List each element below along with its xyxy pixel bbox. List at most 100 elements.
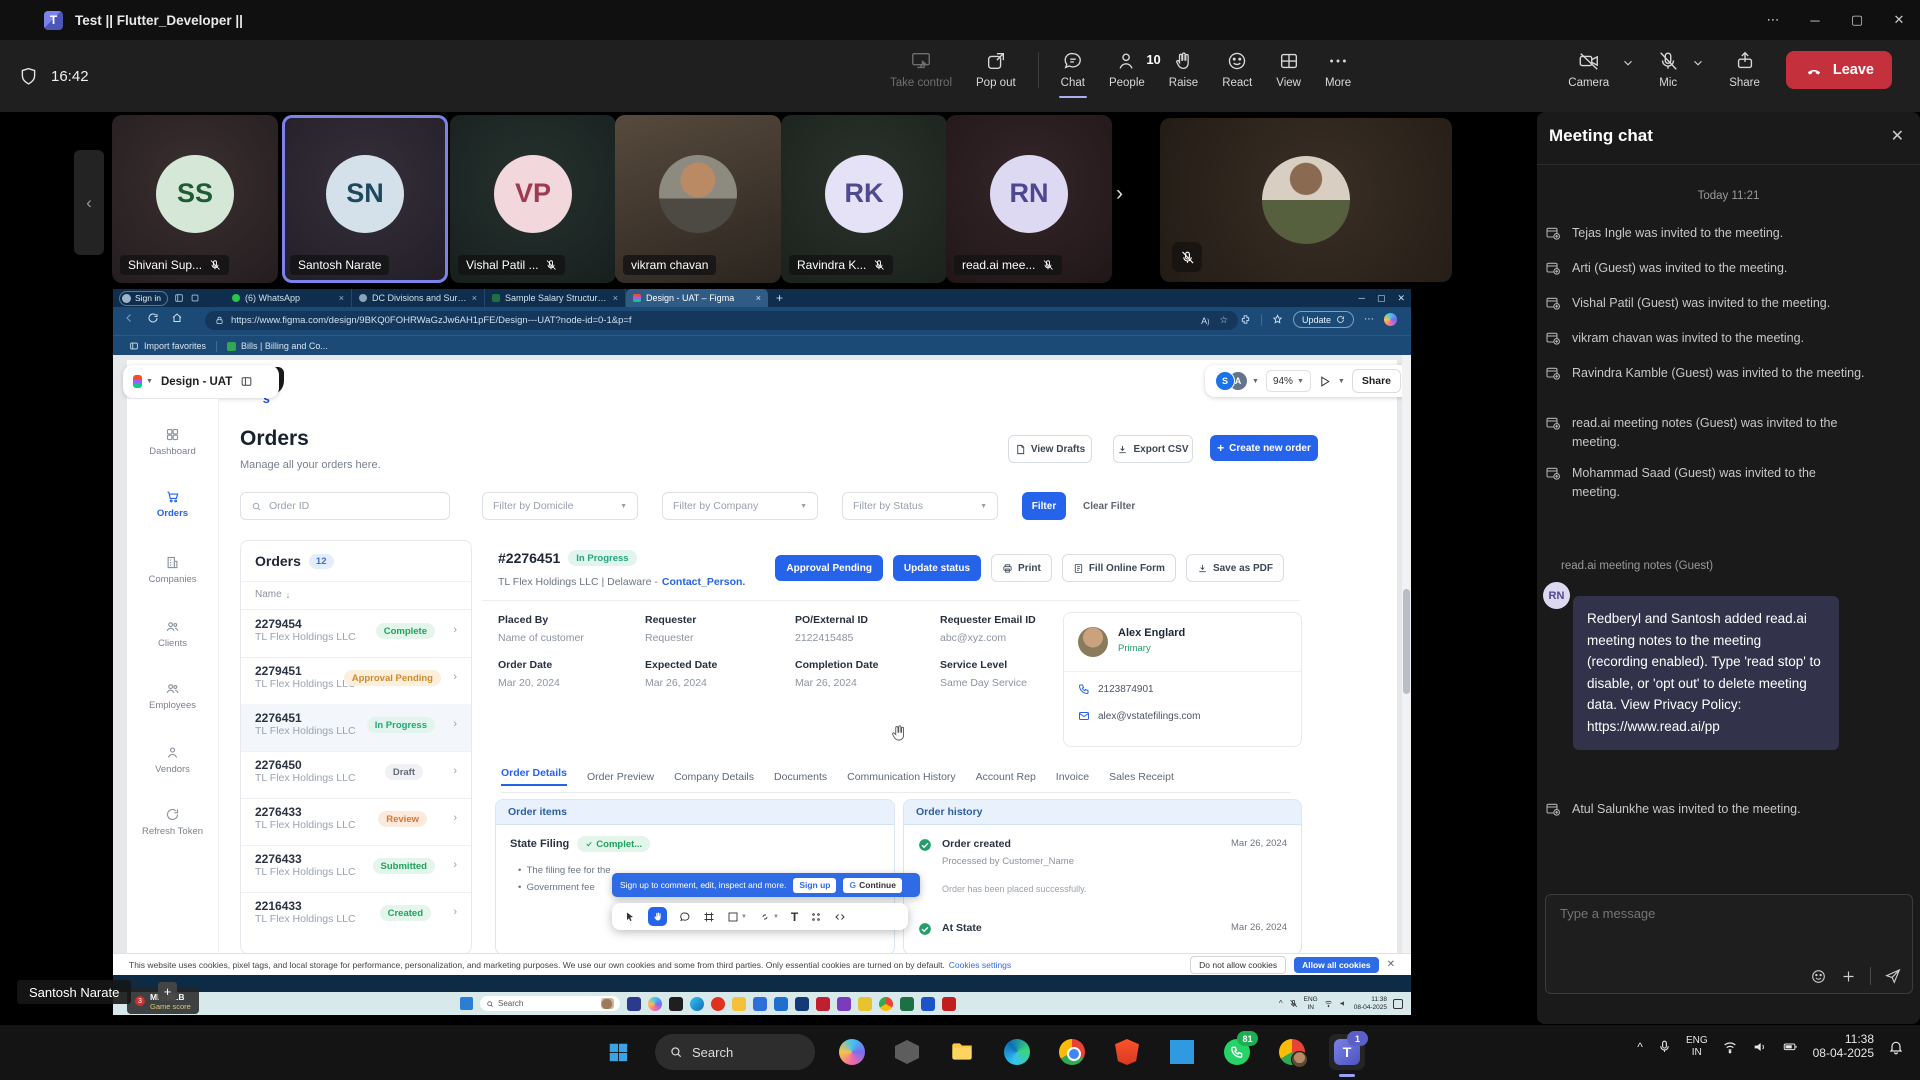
battery-icon[interactable] [1782,1039,1799,1054]
shared-taskbar-app-icon[interactable] [774,997,788,1011]
update-status-button[interactable]: Update status [893,555,981,581]
comment-tool-icon[interactable] [679,911,691,923]
fill-online-form-button[interactable]: Fill Online Form [1062,554,1176,582]
cookie-close-icon[interactable]: ✕ [1387,959,1395,970]
clock[interactable]: 11:3808-04-2025 [1813,1033,1874,1061]
browser-close-icon[interactable]: ✕ [1397,293,1405,304]
close-button[interactable]: ✕ [1878,0,1920,40]
dev-mode-icon[interactable] [834,911,846,923]
participant-tile[interactable]: SS Shivani Sup... [112,115,278,283]
chrome-profile-icon[interactable] [1274,1034,1310,1070]
save-as-pdf-button[interactable]: Save as PDF [1186,554,1284,582]
teams-icon-active[interactable]: T 1 [1329,1034,1365,1070]
tab-order-preview[interactable]: Order Preview [587,771,654,783]
emoji-icon[interactable] [1810,968,1827,985]
tab-sales-receipt[interactable]: Sales Receipt [1109,771,1174,783]
chevron-down-icon[interactable]: ▼ [1252,378,1259,385]
zoom-select[interactable]: 94% ▼ [1266,370,1311,392]
taskbar-search[interactable]: Search [655,1034,815,1070]
text-tool-icon[interactable]: T [791,910,798,924]
component-tool-icon[interactable] [810,911,822,923]
chat-message-input[interactable] [1558,905,1904,922]
stage-participant-tile[interactable] [1160,118,1452,282]
shared-start-icon[interactable] [460,997,473,1010]
tab-close-icon[interactable]: × [613,293,618,303]
filter-clear-button[interactable]: Clear Filter [1075,492,1143,520]
shared-taskbar-app-icon[interactable] [711,997,725,1011]
sidebar-item-clients[interactable]: Clients [127,619,218,649]
more-button[interactable]: More [1315,50,1361,89]
connector-tool-icon[interactable] [759,911,771,923]
edge-icon[interactable] [999,1034,1035,1070]
chevron-down-icon[interactable]: ▼ [741,914,747,920]
chat-input-box[interactable] [1545,894,1913,994]
move-tool-icon[interactable] [624,911,636,923]
order-row[interactable]: 2276450TL Flex Holdings LLC Draft › [241,751,471,799]
tab-invoice[interactable]: Invoice [1056,771,1089,783]
minimize-button[interactable]: ─ [1794,0,1836,40]
present-play-icon[interactable] [1318,375,1331,388]
tab-close-icon[interactable]: × [472,293,477,303]
order-row[interactable]: 2279451TL Flex Holdings LLC Approval Pen… [241,657,471,705]
participant-tile-active[interactable]: SN Santosh Narate [282,115,448,283]
order-row[interactable]: 2279454TL Flex Holdings LLC Complete › [241,610,471,658]
shared-taskbar-app-icon[interactable] [879,997,893,1011]
order-row[interactable]: 2216433TL Flex Holdings LLC Created › [241,892,471,939]
copilot-icon[interactable] [1384,313,1397,326]
sidebar-item-companies[interactable]: Companies [127,555,218,585]
filter-company-select[interactable]: Filter by Company▼ [662,492,818,520]
hand-tool-active[interactable] [648,907,667,926]
figma-share-button[interactable]: Share [1352,369,1401,393]
start-button[interactable] [600,1034,636,1070]
titlebar-more-icon[interactable]: ⋯ [1752,0,1794,40]
shared-taskbar-app-icon[interactable] [753,997,767,1011]
vscode-icon[interactable] [1164,1034,1200,1070]
sidebar-item-dashboard[interactable]: Dashboard [127,427,218,457]
shared-taskbar-app-icon[interactable] [900,997,914,1011]
browser-minimize-icon[interactable]: ─ [1359,293,1365,303]
tab-account-rep[interactable]: Account Rep [976,771,1036,783]
name-column-header[interactable]: Name [255,589,282,600]
chat-button[interactable]: Chat [1051,50,1095,89]
browser-tab[interactable]: (6) WhatsApp × [225,289,352,307]
brave-icon[interactable] [1109,1034,1145,1070]
shared-tray-mic-icon[interactable] [1289,999,1298,1008]
shared-taskbar-app-icon[interactable] [795,997,809,1011]
taskbar-app-icon[interactable] [889,1034,925,1070]
import-favorites-item[interactable]: Import favorites [129,341,206,351]
shared-taskbar-app-icon[interactable] [942,997,956,1011]
order-row[interactable]: 2276433TL Flex Holdings LLC Review › [241,798,471,846]
tab-communication-history[interactable]: Communication History [847,771,956,783]
browser-menu-icon[interactable]: ⋯ [1364,314,1374,325]
file-explorer-icon[interactable] [944,1034,980,1070]
print-button[interactable]: Print [991,554,1052,582]
figma-main-menu[interactable]: ▼ [133,375,153,388]
pop-out-button[interactable]: Pop out [966,50,1026,89]
home-icon[interactable] [171,312,183,324]
shared-taskbar-app-icon[interactable] [690,997,704,1011]
taskbar-copilot-icon[interactable] [834,1034,870,1070]
tab-order-details[interactable]: Order Details [501,767,567,786]
workspaces-icon[interactable] [174,293,184,303]
volume-icon[interactable] [1752,1039,1768,1055]
filmstrip-prev[interactable]: ‹ [74,150,104,255]
tab-close-icon[interactable]: × [756,293,761,303]
people-button[interactable]: 10 People [1099,50,1155,89]
presenter-tag-add-button[interactable]: + [158,982,177,1001]
refresh-icon[interactable] [147,312,159,324]
language-indicator[interactable]: ENGIN [1686,1035,1708,1058]
browser-signin-button[interactable]: Sign in [119,291,168,306]
participant-tile[interactable]: VP Vishal Patil ... [450,115,616,283]
shared-tray-chevron-icon[interactable]: ^ [1279,999,1283,1008]
sidebar-item-orders[interactable]: Orders [127,489,218,519]
order-row[interactable]: 2276433TL Flex Holdings LLC Submitted › [241,845,471,893]
wifi-icon[interactable] [1722,1039,1738,1055]
sort-desc-icon[interactable]: ↓ [286,590,291,600]
read-aloud-icon[interactable]: A) [1201,316,1209,326]
shared-search-box[interactable]: Search [480,996,620,1011]
chevron-down-icon[interactable]: ▼ [773,914,779,920]
mic-chevron-icon[interactable] [1691,56,1705,70]
shared-volume-icon[interactable] [1339,999,1348,1008]
react-button[interactable]: React [1212,50,1262,89]
mic-button[interactable]: Mic [1647,50,1689,89]
